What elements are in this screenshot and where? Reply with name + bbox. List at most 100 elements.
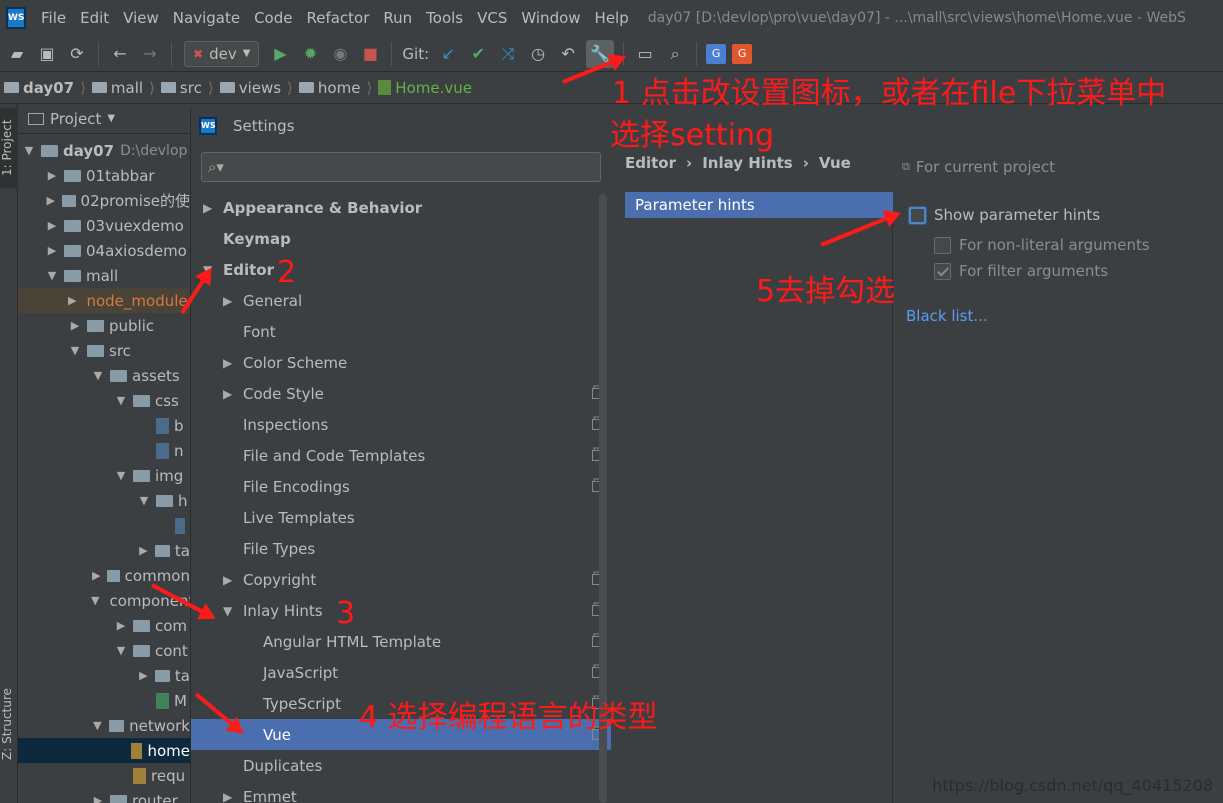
settings-nav-item[interactable]: File and Code Templates xyxy=(191,440,611,471)
menu-help[interactable]: Help xyxy=(588,9,636,27)
filter-args-option[interactable]: For filter arguments xyxy=(934,262,1108,280)
breadcrumb-item[interactable]: views xyxy=(219,79,281,97)
collapsed-arrow-icon[interactable]: ▶ xyxy=(223,573,243,587)
menu-edit[interactable]: Edit xyxy=(73,9,116,27)
tree-item[interactable]: ▶ ta xyxy=(18,538,190,563)
menu-window[interactable]: Window xyxy=(514,9,587,27)
settings-nav-item[interactable]: File Types xyxy=(191,533,611,564)
tree-item[interactable]: ▼ assets xyxy=(18,363,190,388)
settings-nav-item[interactable]: ▼ Inlay Hints xyxy=(191,595,611,626)
non-literal-option[interactable]: For non-literal arguments xyxy=(934,236,1150,254)
expanded-arrow-icon[interactable]: ▼ xyxy=(114,469,128,482)
debug-icon[interactable]: ✹ xyxy=(298,42,322,66)
settings-nav-item[interactable]: Font xyxy=(191,316,611,347)
run-config-dropdown[interactable]: ✖ dev ▼ xyxy=(184,40,260,67)
expanded-arrow-icon[interactable]: ▼ xyxy=(91,719,104,732)
settings-nav-item[interactable]: File Encodings xyxy=(191,471,611,502)
breadcrumb-item[interactable]: home xyxy=(298,79,360,97)
tree-item[interactable]: ▶ com xyxy=(18,613,190,638)
expanded-arrow-icon[interactable]: ▼ xyxy=(22,144,36,157)
expanded-arrow-icon[interactable]: ▼ xyxy=(68,344,82,357)
tree-item[interactable]: ▶ 01tabbar xyxy=(18,163,190,188)
settings-search-field[interactable] xyxy=(229,159,590,175)
settings-nav-item[interactable]: ▶ General xyxy=(191,285,611,316)
collapsed-arrow-icon[interactable]: ▶ xyxy=(45,219,59,232)
tree-item[interactable]: ▶ common xyxy=(18,563,190,588)
settings-nav-item[interactable]: Live Templates xyxy=(191,502,611,533)
collapsed-arrow-icon[interactable]: ▶ xyxy=(114,619,128,632)
stop-icon[interactable]: ■ xyxy=(358,42,382,66)
settings-search-input[interactable]: ⌕▾ xyxy=(201,152,601,182)
settings-nav-item[interactable]: Inspections xyxy=(191,409,611,440)
run-icon[interactable]: ▶ xyxy=(268,42,292,66)
settings-nav-item[interactable]: ▼Editor xyxy=(191,254,611,285)
save-icon[interactable]: ▣ xyxy=(35,42,59,66)
settings-nav-item[interactable]: ▶ Emmet xyxy=(191,781,611,803)
tree-item[interactable]: ▶ 02promise的使 xyxy=(18,188,190,213)
tree-item[interactable]: ▼ h xyxy=(18,488,190,513)
tree-item[interactable]: ▼ src xyxy=(18,338,190,363)
tree-item[interactable]: ▶ router xyxy=(18,788,190,803)
tree-item[interactable]: ▶ public xyxy=(18,313,190,338)
tree-item[interactable]: requ xyxy=(18,763,190,788)
settings-nav-item[interactable]: Angular HTML Template xyxy=(191,626,611,657)
terminal-icon[interactable]: ▭ xyxy=(633,42,657,66)
tree-item[interactable]: ▼ day07 D:\devlop xyxy=(18,138,190,163)
collapsed-arrow-icon[interactable]: ▶ xyxy=(223,790,243,803)
collapsed-arrow-icon[interactable]: ▶ xyxy=(223,356,243,370)
git-update-icon[interactable]: ↙ xyxy=(436,42,460,66)
expanded-arrow-icon[interactable]: ▼ xyxy=(114,394,128,407)
tree-item[interactable]: ▼ network xyxy=(18,713,190,738)
expanded-arrow-icon[interactable]: ▼ xyxy=(114,644,128,657)
tree-item[interactable]: ▼ img xyxy=(18,463,190,488)
history-icon[interactable]: ◷ xyxy=(526,42,550,66)
tab-project[interactable]: 1: Project xyxy=(0,108,18,188)
menu-tools[interactable]: Tools xyxy=(419,9,470,27)
tree-item[interactable]: ▼ mall xyxy=(18,263,190,288)
tree-item[interactable]: b xyxy=(18,413,190,438)
expanded-arrow-icon[interactable]: ▼ xyxy=(137,494,151,507)
tree-item[interactable]: ▼ css xyxy=(18,388,190,413)
git-compare-icon[interactable]: ⤨ xyxy=(496,42,520,66)
tree-item[interactable] xyxy=(18,513,190,538)
expanded-arrow-icon[interactable]: ▼ xyxy=(223,604,243,618)
settings-nav-item[interactable]: Duplicates xyxy=(191,750,611,781)
back-arrow-icon[interactable]: ← xyxy=(108,42,132,66)
tree-item[interactable]: ▶ 03vuexdemo xyxy=(18,213,190,238)
search-icon[interactable]: ⌕ xyxy=(663,42,687,66)
menu-file[interactable]: File xyxy=(34,9,73,27)
menu-vcs[interactable]: VCS xyxy=(470,9,514,27)
tab-structure[interactable]: Z: Structure xyxy=(0,674,18,774)
settings-nav-item[interactable]: ▶ Copyright xyxy=(191,564,611,595)
collapsed-arrow-icon[interactable]: ▶ xyxy=(137,544,150,557)
settings-nav-item[interactable]: ▶ Appearance & Behavior xyxy=(191,192,611,223)
project-panel-header[interactable]: Project ▼ xyxy=(18,104,190,134)
collapsed-arrow-icon[interactable]: ▶ xyxy=(68,294,76,307)
menu-refactor[interactable]: Refactor xyxy=(299,9,376,27)
translate-alt-icon[interactable]: G xyxy=(732,43,753,64)
show-param-hints-checkbox[interactable] xyxy=(909,206,926,224)
show-param-hints-option[interactable]: Show parameter hints xyxy=(909,206,1100,224)
breadcrumb-item[interactable]: mall xyxy=(91,79,143,97)
tree-item[interactable]: n xyxy=(18,438,190,463)
translate-icon[interactable]: G xyxy=(706,43,727,64)
settings-nav-item[interactable]: Keymap xyxy=(191,223,611,254)
expanded-arrow-icon[interactable]: ▼ xyxy=(91,594,99,607)
collapsed-arrow-icon[interactable]: ▶ xyxy=(68,319,82,332)
collapsed-arrow-icon[interactable]: ▶ xyxy=(223,294,243,308)
expanded-arrow-icon[interactable]: ▼ xyxy=(91,369,105,382)
expanded-arrow-icon[interactable]: ▼ xyxy=(45,269,59,282)
settings-nav-item[interactable]: ▶ Color Scheme xyxy=(191,347,611,378)
coverage-icon[interactable]: ◉ xyxy=(328,42,352,66)
collapsed-arrow-icon[interactable]: ▶ xyxy=(45,194,57,207)
filter-args-checkbox[interactable] xyxy=(934,262,951,280)
open-folder-icon[interactable]: ▰ xyxy=(5,42,29,66)
breadcrumb-item[interactable]: Home.vue xyxy=(378,79,472,97)
git-commit-icon[interactable]: ✔ xyxy=(466,42,490,66)
tree-item[interactable]: ▶ 04axiosdemo xyxy=(18,238,190,263)
collapsed-arrow-icon[interactable]: ▶ xyxy=(203,201,223,215)
forward-arrow-icon[interactable]: → xyxy=(138,42,162,66)
revert-icon[interactable]: ↶ xyxy=(556,42,580,66)
tree-item[interactable]: home xyxy=(18,738,190,763)
tree-item[interactable]: ▶ ta xyxy=(18,663,190,688)
